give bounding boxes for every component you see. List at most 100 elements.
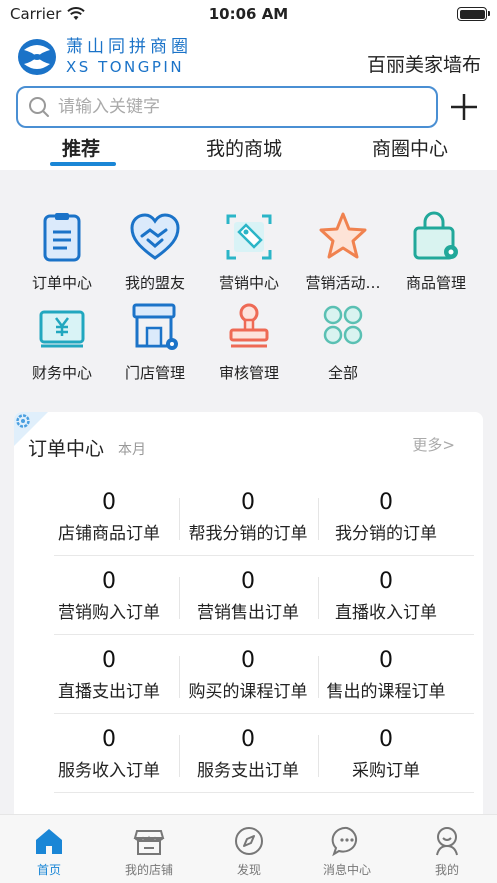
stat-marketing-purchase[interactable]: 0 营销购入订单 [39,569,179,623]
stat-value: 0 [379,569,393,594]
stat-label: 购买的课程订单 [188,682,308,702]
tab-label: 首页 [36,863,61,877]
menu-label: 门店管理 [124,364,185,382]
menu-label: 营销活动… [305,274,381,292]
search-box[interactable] [16,86,438,128]
menu-item-product-management[interactable]: 商品管理 [389,210,483,293]
stat-value: 0 [241,490,255,515]
add-button[interactable] [447,90,481,124]
search-icon [29,97,49,117]
home-icon [36,829,62,854]
stat-value: 0 [241,727,255,752]
store-icon [132,303,178,350]
status-time: 10:06 AM [208,5,289,23]
bottom-tab-discover[interactable]: 发现 [204,825,294,878]
menu-item-store-management[interactable]: 门店管理 [108,300,202,383]
menu-label: 商品管理 [405,274,466,292]
product-bag-icon [413,211,458,260]
menu-label: 全部 [327,364,358,382]
tab-district-center[interactable]: 商圈中心 [372,134,448,161]
stat-service-expense[interactable]: 0 服务支出订单 [178,727,318,781]
tab-label: 我的店铺 [124,863,173,877]
order-center-icon [43,213,81,262]
menu-item-marketing-center[interactable]: 营销中心 [202,210,296,293]
tab-recommend[interactable]: 推荐 [62,134,100,161]
menu-label: 订单中心 [31,274,92,292]
menu-label: 财务中心 [31,364,92,382]
tab-label: 我的 [434,863,459,877]
menu-label: 审核管理 [218,364,279,382]
search-input[interactable] [58,97,398,117]
header: 萧山同拼商圈 XS TONGPIN 百丽美家墙布 推荐 我的商城 商圈中心 [0,30,497,170]
bottom-tab-messages[interactable]: 消息中心 [302,825,392,878]
menu-item-order-center[interactable]: 订单中心 [15,210,109,293]
bottom-tab-my-shop[interactable]: 我的店铺 [104,825,194,878]
message-icon [331,826,358,857]
menu-item-marketing-events[interactable]: 营销活动… [296,210,390,293]
stat-live-expense[interactable]: 0 直播支出订单 [39,648,179,702]
tab-my-mall[interactable]: 我的商城 [206,134,282,161]
bottom-tab-home[interactable]: 首页 [4,825,94,878]
row-divider [54,713,474,714]
status-bar: Carrier 10:06 AM [0,0,497,30]
stat-shop-product-orders[interactable]: 0 店铺商品订单 [39,490,179,544]
stat-value: 0 [102,569,116,594]
stat-label: 直播支出订单 [58,682,160,702]
star-icon [319,212,367,259]
tab-label: 消息中心 [322,863,371,877]
stat-value: 0 [102,648,116,673]
stat-label: 营销售出订单 [197,603,299,623]
stat-value: 0 [241,569,255,594]
card-title: 订单中心 [28,438,105,460]
stat-label: 营销购入订单 [58,603,160,623]
stat-value: 0 [379,727,393,752]
tab-label: 发现 [236,863,261,877]
stat-procurement[interactable]: 0 采购订单 [316,727,456,781]
function-menu: 订单中心 我的盟友 营销中心 营销活动… 商品管理 财务中心 门店管理 审核管理… [0,192,497,402]
all-grid-icon [323,305,363,345]
stat-label: 直播收入订单 [335,603,437,623]
row-divider [54,792,474,793]
battery-icon [457,7,490,21]
stat-value: 0 [379,648,393,673]
logo-cn: 萧山同拼商圈 [66,37,192,57]
profile-icon [436,827,458,856]
stat-label: 店铺商品订单 [58,524,160,544]
stat-purchased-courses[interactable]: 0 购买的课程订单 [178,648,318,702]
finance-yen-icon [39,310,85,348]
ally-heart-icon [130,213,180,260]
stat-label: 我分销的订单 [335,524,437,544]
menu-label: 营销中心 [218,274,279,292]
top-tabs: 推荐 我的商城 商圈中心 [0,134,497,170]
row-divider [54,555,474,556]
stat-label: 采购订单 [352,761,420,781]
app-logo[interactable]: 萧山同拼商圈 XS TONGPIN [16,36,192,78]
section-divider [0,170,497,192]
stat-label: 售出的课程订单 [326,682,446,702]
stat-my-distribution[interactable]: 0 我分销的订单 [316,490,456,544]
row-divider [54,634,474,635]
stat-live-income[interactable]: 0 直播收入订单 [316,569,456,623]
search-row [16,86,481,130]
card-period: 本月 [118,442,146,458]
stat-distribution-for-me[interactable]: 0 帮我分销的订单 [178,490,318,544]
shop-name[interactable]: 百丽美家墙布 [367,50,481,77]
order-center-card: 订单中心 本月 更多> 0 店铺商品订单 0 帮我分销的订单 0 我分销的订单 … [14,412,483,832]
stat-label: 帮我分销的订单 [188,524,308,544]
menu-item-all[interactable]: 全部 [296,300,390,383]
stat-label: 服务支出订单 [197,761,299,781]
more-link[interactable]: 更多> [412,434,455,455]
bottom-tab-bar: 首页 我的店铺 发现 消息中心 我的 [0,814,497,883]
marketing-tag-icon [226,214,272,260]
compass-icon [235,827,263,855]
menu-item-my-allies[interactable]: 我的盟友 [108,210,202,293]
stat-service-income[interactable]: 0 服务收入订单 [39,727,179,781]
bottom-tab-profile[interactable]: 我的 [402,825,492,878]
stat-marketing-sales[interactable]: 0 营销售出订单 [178,569,318,623]
menu-item-finance-center[interactable]: 财务中心 [15,300,109,383]
stat-value: 0 [379,490,393,515]
logo-mark-icon [18,39,56,75]
menu-item-review-management[interactable]: 审核管理 [202,300,296,383]
logo-text: 萧山同拼商圈 XS TONGPIN [66,39,192,75]
stat-sold-courses[interactable]: 0 售出的课程订单 [316,648,456,702]
